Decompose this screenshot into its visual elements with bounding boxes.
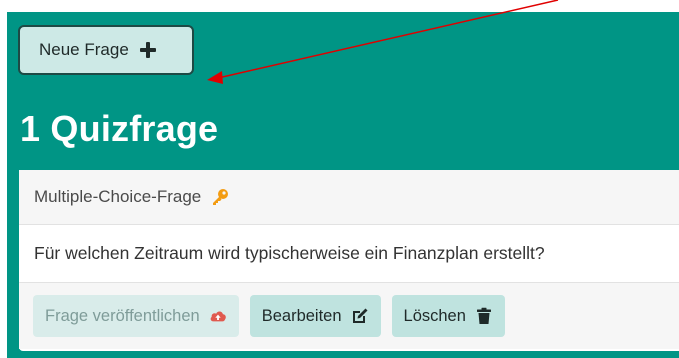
delete-question-label: Löschen (403, 306, 466, 325)
question-actions: Frage veröffentlichen Bearbeiten Löschen (19, 283, 679, 349)
edit-question-label: Bearbeiten (261, 306, 342, 325)
new-question-button[interactable]: Neue Frage (18, 25, 194, 75)
plus-icon (139, 41, 157, 59)
left-white-strip (0, 0, 7, 358)
question-card: Multiple-Choice-Frage Für welchen Zeitra… (19, 170, 679, 351)
cloud-upload-icon (209, 307, 227, 325)
question-type-label: Multiple-Choice-Frage (34, 187, 202, 206)
edit-icon (351, 307, 369, 325)
key-icon (211, 188, 229, 206)
question-card-header: Multiple-Choice-Frage (19, 170, 679, 225)
delete-question-button[interactable]: Löschen (391, 295, 505, 337)
new-question-label: Neue Frage (39, 40, 129, 59)
trash-icon (475, 307, 493, 325)
page-title: 1 Quizfrage (20, 108, 219, 149)
publish-question-label: Frage veröffentlichen (45, 306, 200, 325)
question-text: Für welchen Zeitraum wird typischerweise… (34, 243, 545, 263)
edit-question-button[interactable]: Bearbeiten (249, 295, 381, 337)
publish-question-button[interactable]: Frage veröffentlichen (33, 295, 239, 337)
top-white-strip (0, 0, 679, 12)
question-text-row: Für welchen Zeitraum wird typischerweise… (19, 225, 679, 283)
